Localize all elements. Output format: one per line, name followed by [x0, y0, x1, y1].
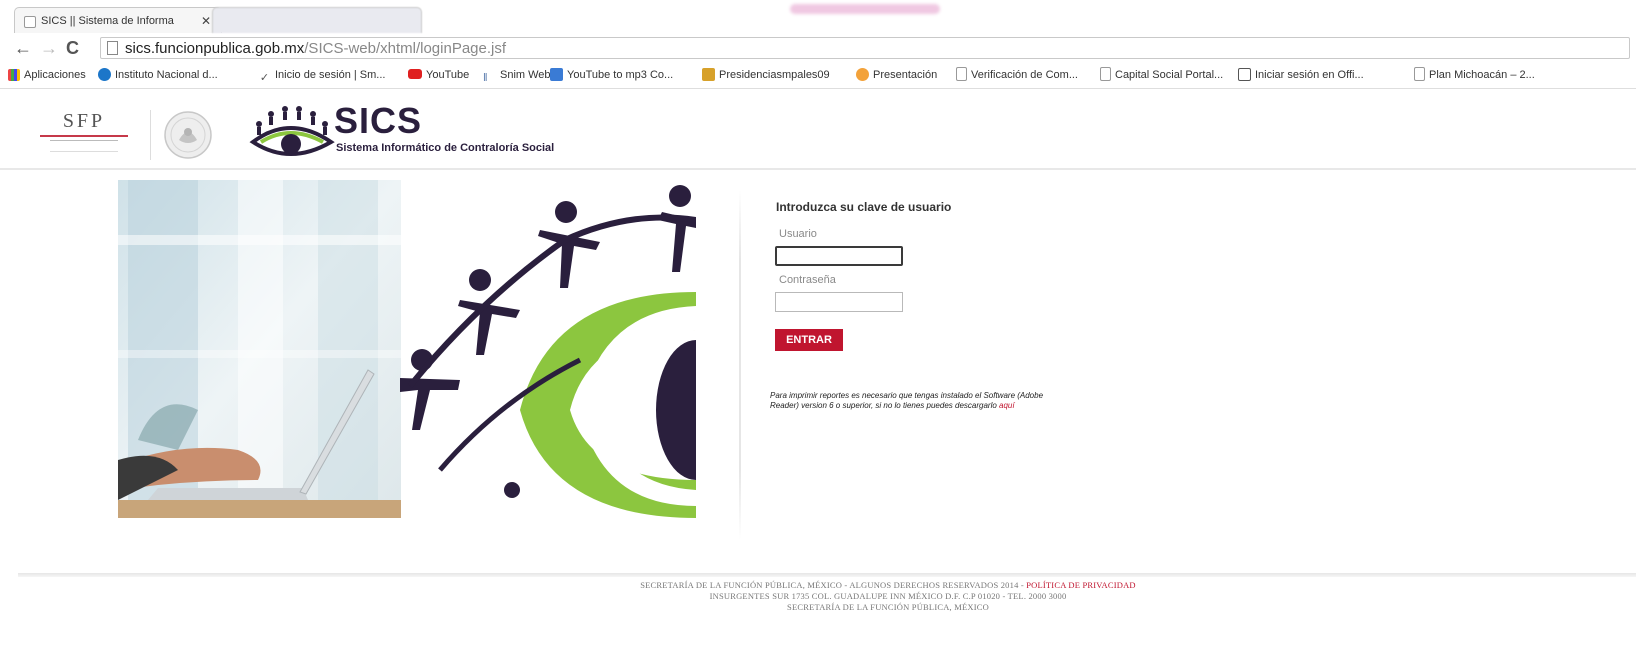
tab-title: SICS || Sistema de Informa: [41, 15, 174, 27]
address-bar: ← → C sics.funcionpublica.gob.mx/SICS-we…: [0, 34, 1636, 62]
check-icon: ✓: [259, 72, 270, 84]
youtube-icon: [408, 69, 422, 79]
tab-inactive[interactable]: [212, 7, 422, 33]
chart-icon: ǁ: [483, 72, 488, 84]
download-link[interactable]: aquí: [999, 401, 1015, 410]
bookmark-presentacion[interactable]: Presentación: [856, 62, 937, 88]
page-icon: [107, 41, 118, 55]
bookmark-plan-michoacan[interactable]: Plan Michoacán – 2...: [1414, 62, 1535, 88]
bookmark-label: Iniciar sesión en Offi...: [1255, 69, 1364, 81]
page-icon: [1100, 67, 1111, 81]
footer-org: SECRETARÍA DE LA FUNCIÓN PÚBLICA, MÉXICO: [787, 602, 989, 612]
adobe-reader-note: Para imprimir reportes es necesario que …: [770, 391, 1060, 411]
bookmark-label: Instituto Nacional d...: [115, 69, 218, 81]
bookmark-capital-social[interactable]: Capital Social Portal...: [1100, 62, 1223, 88]
bookmark-label: Inicio de sesión | Sm...: [275, 69, 386, 81]
sfp-logo-line: [40, 135, 128, 137]
bookmark-instituto[interactable]: Instituto Nacional d...: [98, 62, 218, 88]
sics-eye-logo: [249, 106, 335, 156]
bookmark-inicio-sesion[interactable]: ✓ Inicio de sesión | Sm...: [258, 62, 386, 88]
url-path: /SICS-web/xhtml/loginPage.jsf: [304, 40, 507, 57]
footer-line-1: SECRETARÍA DE LA FUNCIÓN PÚBLICA, MÉXICO…: [70, 580, 1636, 591]
window-controls-area: [790, 4, 940, 14]
community-eye-illustration: [400, 185, 696, 518]
privacy-policy-link[interactable]: POLÍTICA DE PRIVACIDAD: [1026, 580, 1136, 590]
bookmark-presidencias[interactable]: Presidenciasmpales09: [702, 62, 830, 88]
sfp-logo-subtext: [50, 140, 118, 152]
bookmark-aplicaciones[interactable]: Aplicaciones: [8, 62, 86, 88]
page-favicon-icon: [24, 16, 36, 28]
bookmark-label: YouTube: [426, 69, 470, 81]
laptop-photo: [118, 180, 401, 518]
office-icon: [1238, 68, 1251, 81]
bookmark-office[interactable]: Iniciar sesión en Offi...: [1238, 62, 1364, 88]
apps-grid-icon: [8, 69, 20, 81]
footer: SECRETARÍA DE LA FUNCIÓN PÚBLICA, MÉXICO…: [0, 580, 1636, 613]
forward-arrow-icon[interactable]: →: [40, 38, 58, 58]
back-arrow-icon[interactable]: ←: [14, 38, 32, 58]
app-title: SICS: [334, 100, 423, 141]
slides-icon: [856, 68, 869, 81]
reload-icon[interactable]: C: [66, 38, 79, 58]
page-icon: [1414, 67, 1425, 81]
url-host: sics.funcionpublica.gob.mx: [125, 40, 305, 57]
music-icon: [550, 68, 563, 81]
bookmark-label: Presentación: [873, 69, 938, 81]
url-text: sics.funcionpublica.gob.mx/SICS-web/xhtm…: [125, 39, 506, 58]
password-label: Contraseña: [779, 274, 836, 286]
browser-tab-bar: SICS || Sistema de Informa ✕: [0, 0, 1636, 35]
sfp-logo: SFP: [34, 110, 134, 155]
bookmark-label: Capital Social Portal...: [1115, 69, 1224, 81]
login-button[interactable]: ENTRAR: [775, 329, 843, 351]
footer-address: INSURGENTES SUR 1735 COL. GUADALUPE INN …: [709, 591, 1067, 601]
footer-copyright: SECRETARÍA DE LA FUNCIÓN PÚBLICA, MÉXICO…: [640, 580, 1024, 590]
username-label: Usuario: [779, 228, 817, 240]
sfp-logo-text: SFP: [62, 110, 106, 132]
bookmark-label: Verificación de Com...: [971, 69, 1078, 81]
username-input[interactable]: [775, 246, 903, 266]
url-field[interactable]: sics.funcionpublica.gob.mx/SICS-web/xhtm…: [100, 37, 1630, 59]
bookmark-label: Plan Michoacán – 2...: [1429, 69, 1535, 81]
bookmark-verificacion[interactable]: Verificación de Com...: [956, 62, 1078, 88]
bookmark-label: Aplicaciones: [24, 69, 86, 81]
tab-sics[interactable]: SICS || Sistema de Informa ✕: [14, 7, 222, 33]
bookmark-youtube-mp3[interactable]: YouTube to mp3 Co...: [550, 62, 673, 88]
vertical-divider: [739, 190, 741, 540]
footer-divider: [18, 573, 1636, 577]
bookmark-label: Presidenciasmpales09: [719, 69, 830, 81]
bookmarks-bar: Aplicaciones Instituto Nacional d... ✓ In…: [0, 62, 1636, 89]
close-tab-icon[interactable]: ✕: [201, 8, 211, 33]
mexico-seal-icon: [164, 111, 212, 159]
globe-icon: [98, 68, 111, 81]
bookmark-label: Snim Web: [500, 69, 551, 81]
bookmark-snim[interactable]: ǁ Snim Web: [483, 62, 551, 88]
password-input[interactable]: [775, 292, 903, 312]
bookmark-label: YouTube to mp3 Co...: [567, 69, 674, 81]
bookmark-youtube[interactable]: YouTube: [408, 62, 469, 88]
header-divider: [150, 110, 151, 160]
app-subtitle: Sistema Informático de Contraloría Socia…: [336, 142, 555, 154]
login-title: Introduzca su clave de usuario: [776, 200, 952, 214]
page-icon: [956, 67, 967, 81]
folder-icon: [702, 68, 715, 81]
